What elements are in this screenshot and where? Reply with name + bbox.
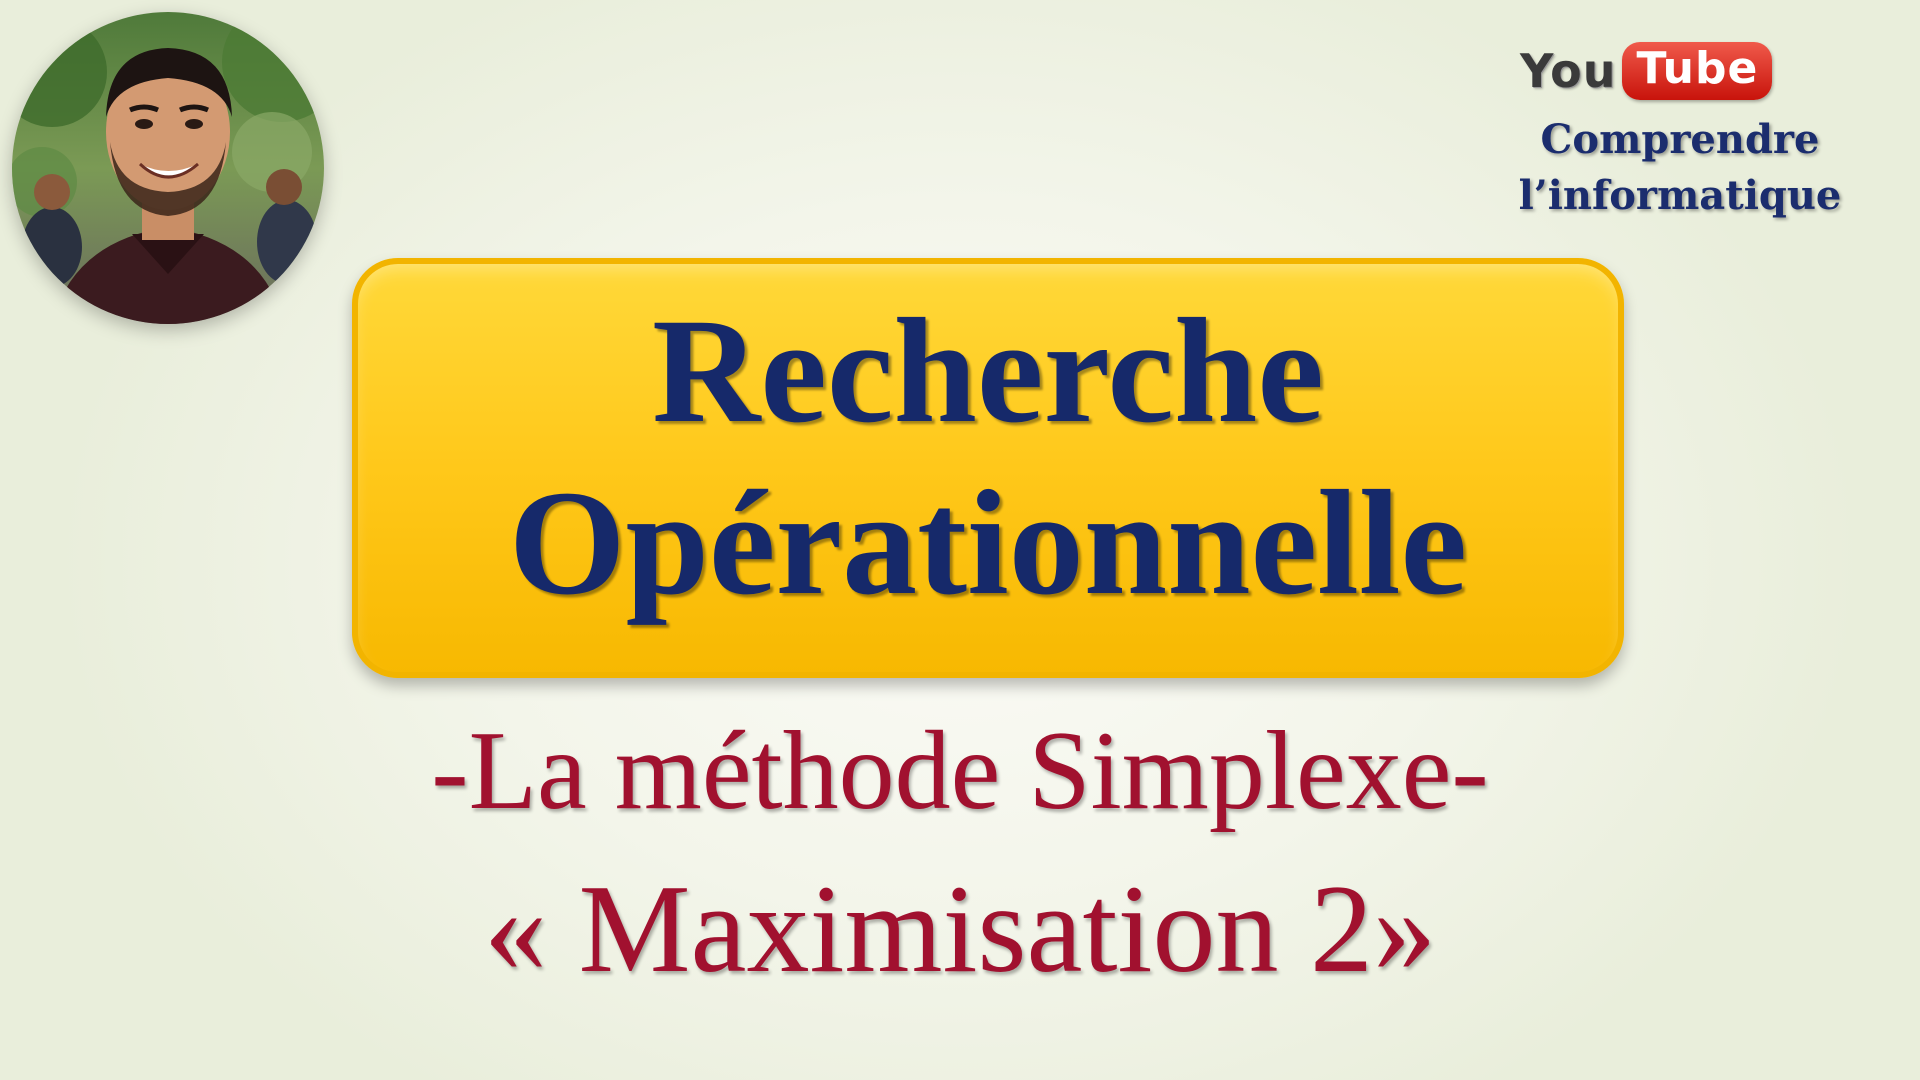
title-box: Recherche Opérationnelle xyxy=(352,258,1624,678)
channel-name: Comprendre l’informatique xyxy=(1480,112,1880,224)
youtube-logo: You Tube xyxy=(1520,42,1773,100)
youtube-logo-tube: Tube xyxy=(1622,42,1773,100)
presenter-photo-icon xyxy=(12,12,324,324)
youtube-logo-you: You xyxy=(1520,44,1617,98)
presenter-avatar xyxy=(12,12,324,324)
title-line1: Recherche xyxy=(652,288,1324,454)
channel-name-line2: l’informatique xyxy=(1518,172,1842,219)
subtitle-line2: « Maximisation 2» xyxy=(484,860,1436,999)
channel-name-line1: Comprendre xyxy=(1540,116,1820,163)
title-line2: Opérationnelle xyxy=(508,460,1468,626)
subtitle-line1: -La méthode Simplexe- xyxy=(431,709,1489,833)
